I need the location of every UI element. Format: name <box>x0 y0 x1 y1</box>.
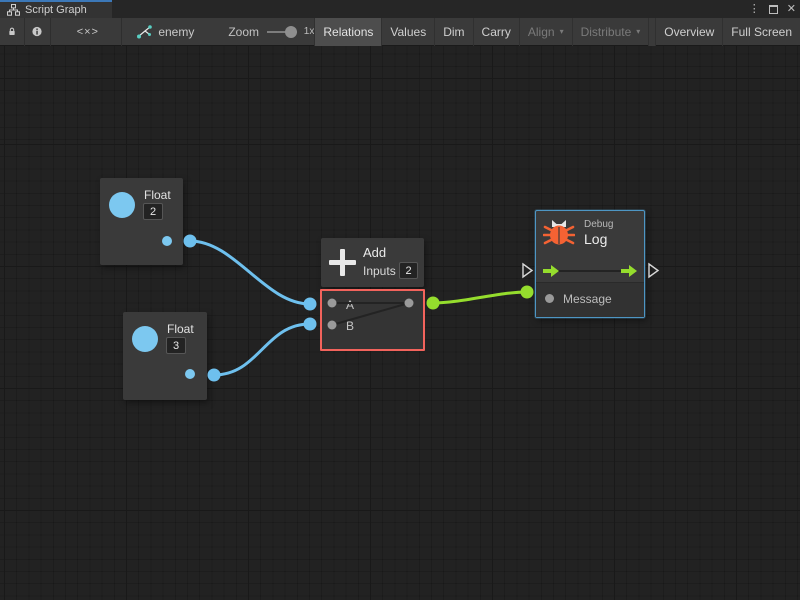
add-node-header[interactable]: Add Inputs 2 <box>321 238 424 287</box>
node-title: Float <box>167 322 194 336</box>
align-label: Align <box>528 25 555 39</box>
close-icon[interactable]: ✕ <box>787 4 796 15</box>
code-view-button[interactable]: <×> <box>69 18 107 46</box>
info-icon <box>32 25 42 38</box>
float-node-1[interactable]: Float 2 <box>100 178 183 265</box>
relations-button[interactable]: Relations <box>314 18 381 46</box>
message-input-port[interactable] <box>545 294 554 303</box>
zoom-slider[interactable] <box>267 26 297 38</box>
float-type-icon <box>109 192 135 218</box>
float-value-field[interactable]: 3 <box>166 337 186 354</box>
inputs-label: Inputs <box>363 264 396 278</box>
node-title: Add <box>363 245 386 260</box>
graph-asset-icon <box>137 25 152 39</box>
title-bar: Script Graph ⋮ ✕ <box>0 0 800 18</box>
zoom-slider-thumb[interactable] <box>285 26 297 38</box>
align-dropdown[interactable]: Align ▾ <box>519 18 572 46</box>
overview-button[interactable]: Overview <box>655 18 722 46</box>
zoom-value: 1x <box>304 26 315 37</box>
graph-reference[interactable]: enemy <box>121 25 194 39</box>
inputs-count-field[interactable]: 2 <box>399 262 418 279</box>
chevron-down-icon: ▾ <box>560 27 564 36</box>
info-button[interactable] <box>24 18 50 46</box>
graph-toolbar: <×> enemy Zoom 1x Relations Values Dim C… <box>0 18 800 46</box>
message-label: Message <box>563 292 612 306</box>
node-title: Log <box>584 231 607 247</box>
dim-button[interactable]: Dim <box>434 18 472 46</box>
float-node-2[interactable]: Float 3 <box>123 312 207 400</box>
debug-log-node[interactable]: Debug Log Message <box>535 210 645 318</box>
float-value-field[interactable]: 2 <box>143 203 163 220</box>
maximize-icon[interactable] <box>769 5 778 14</box>
graph-hierarchy-icon <box>7 4 20 16</box>
node-title: Float <box>144 188 171 202</box>
bug-icon <box>543 217 575 247</box>
float-output-port[interactable] <box>185 369 195 379</box>
float-type-icon <box>132 326 158 352</box>
zoom-label: Zoom <box>228 25 259 39</box>
values-button[interactable]: Values <box>381 18 434 46</box>
add-icon <box>329 249 356 276</box>
tab-title: Script Graph <box>25 4 87 16</box>
tab-script-graph[interactable]: Script Graph <box>0 0 112 18</box>
window-menu-icon[interactable]: ⋮ <box>749 4 760 15</box>
float-output-port[interactable] <box>162 236 172 246</box>
script-graph-window: Script Graph ⋮ ✕ <×> <box>0 0 800 600</box>
toolbar-button-group: Relations Values Dim Carry Align ▾ Distr… <box>314 18 800 46</box>
graph-canvas[interactable]: Float 2 Float 3 Add Inputs 2 A B <box>0 46 800 600</box>
distribute-dropdown[interactable]: Distribute ▾ <box>572 18 649 46</box>
node-subtitle: Debug <box>584 219 613 230</box>
fullscreen-button[interactable]: Full Screen <box>722 18 800 46</box>
add-node-body-selected[interactable]: A B <box>320 289 425 351</box>
lock-button[interactable] <box>0 18 24 46</box>
input-b-label: B <box>346 319 354 333</box>
carry-button[interactable]: Carry <box>473 18 519 46</box>
input-a-label: A <box>346 298 354 312</box>
message-row: Message <box>536 282 644 317</box>
lock-icon <box>8 25 16 38</box>
distribute-label: Distribute <box>581 25 632 39</box>
chevron-down-icon: ▾ <box>636 27 640 36</box>
graph-name: enemy <box>158 25 194 39</box>
toolbar-group-gap <box>648 18 655 46</box>
